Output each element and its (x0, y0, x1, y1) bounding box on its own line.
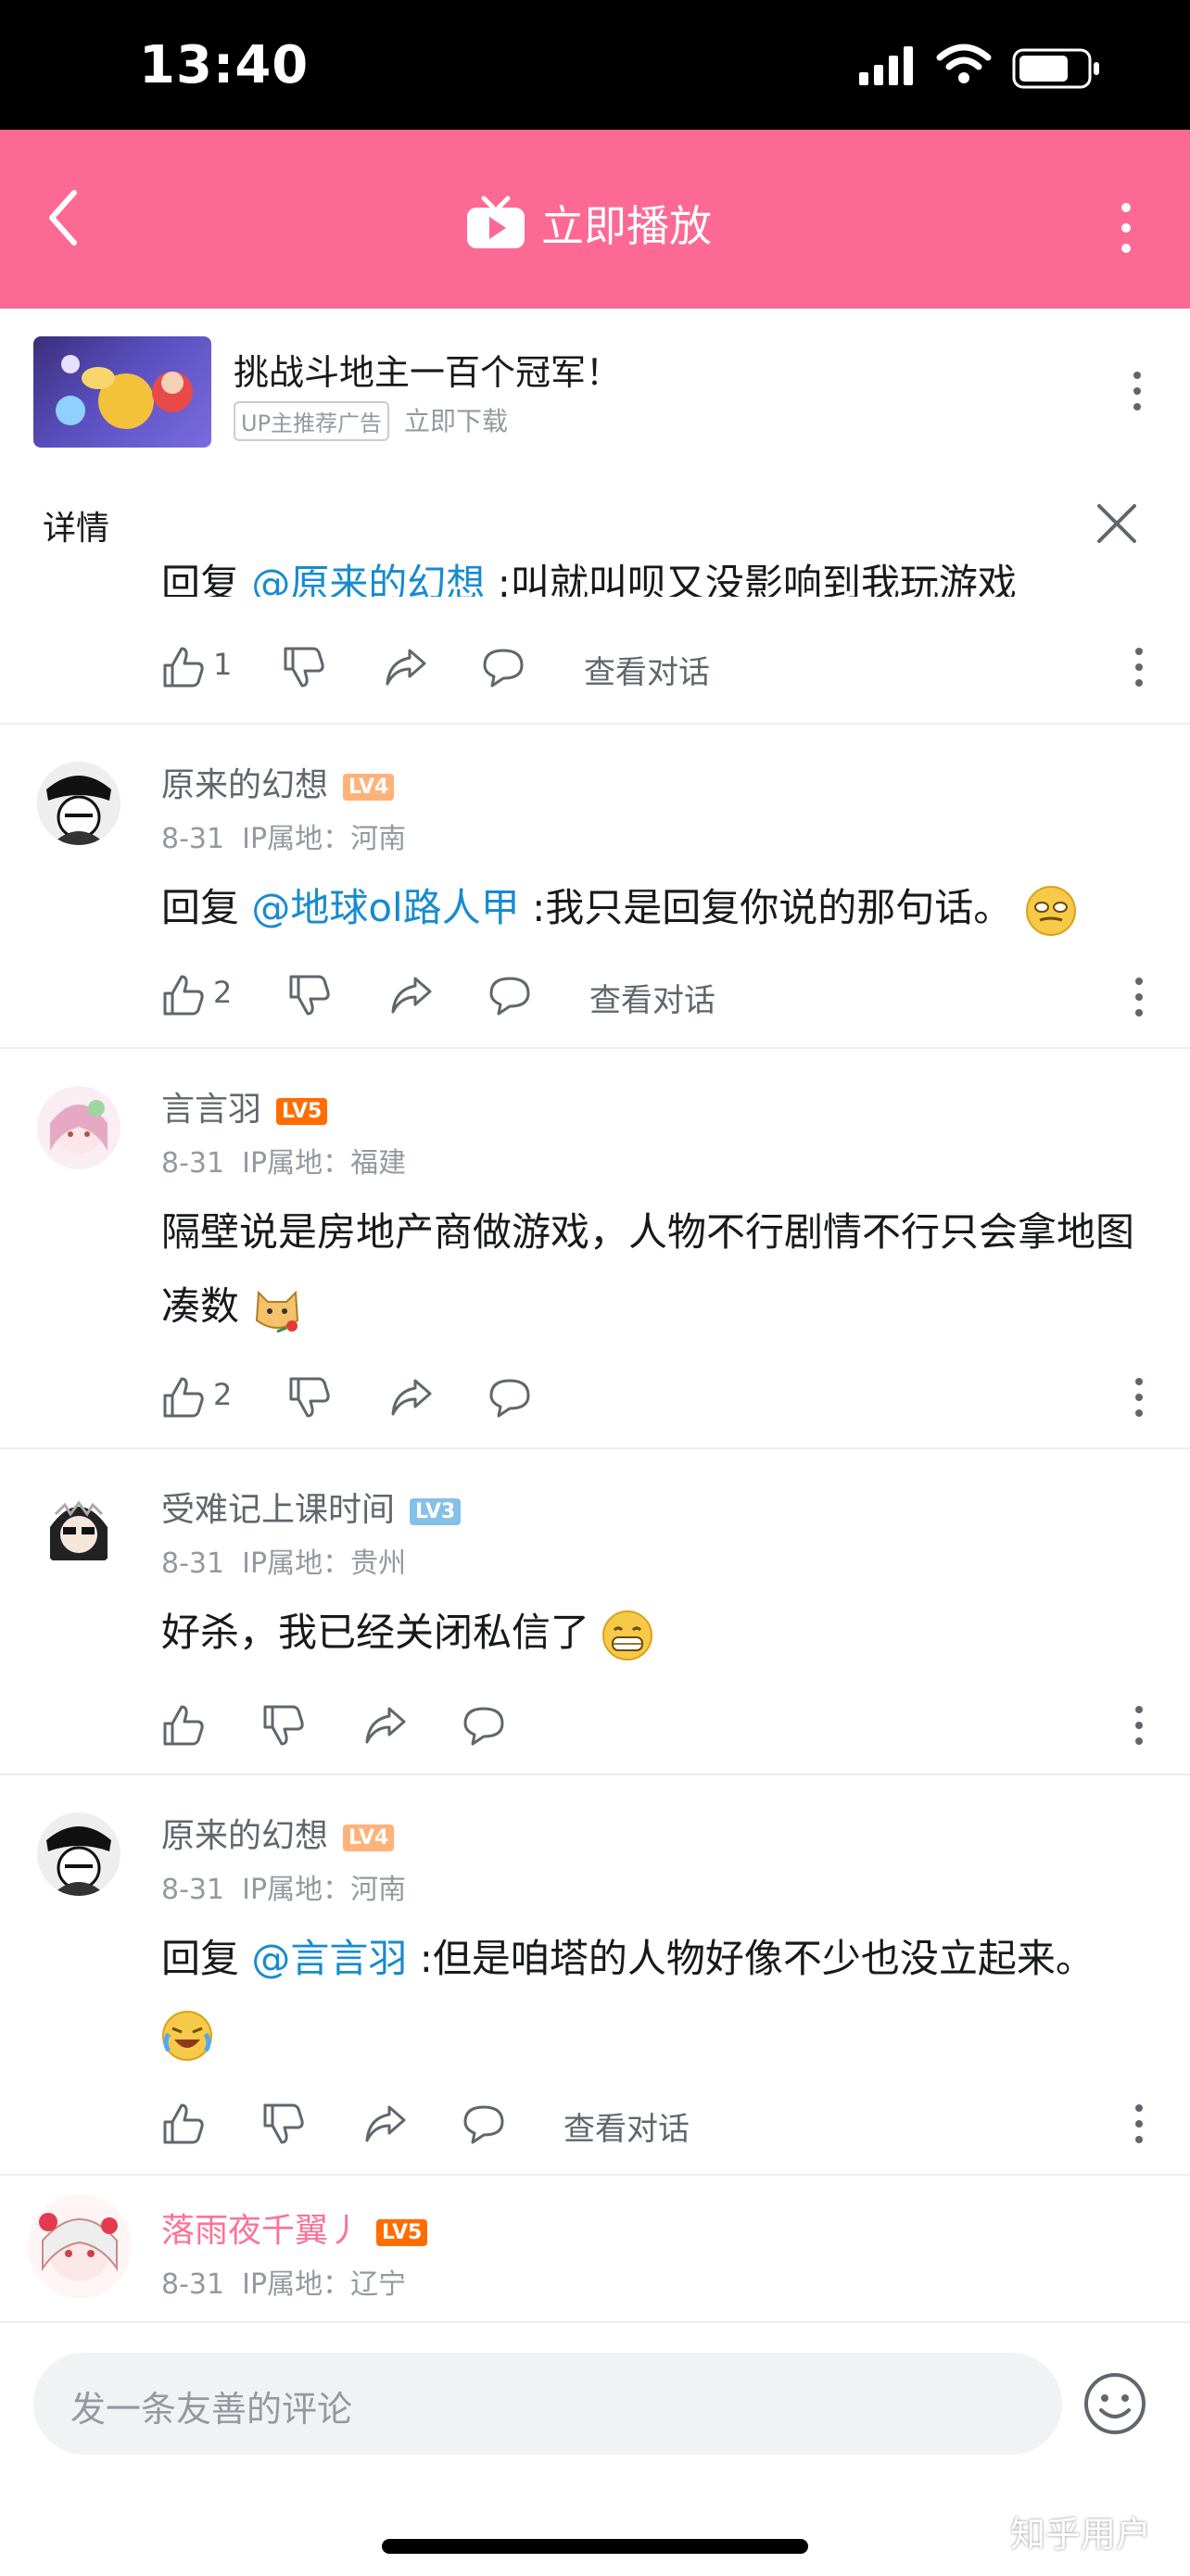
comment-actions: 1 查看对话 (161, 639, 1181, 695)
status-time: 13:40 (139, 35, 310, 95)
share-arrow-icon (386, 649, 426, 686)
thumbs-down-icon (284, 647, 324, 688)
tv-icon (467, 196, 525, 248)
more-vertical-icon[interactable] (1112, 200, 1140, 256)
thumbs-down-icon (289, 1377, 330, 1418)
thumbs-down-icon (263, 1705, 304, 1746)
ad-thumbnail[interactable] (33, 336, 211, 448)
detail-header: 详情 (0, 474, 1190, 557)
comment-more-icon[interactable] (1134, 2103, 1144, 2144)
comment-item: 落雨夜千翼丿 LV5 8-31 IP属地：辽宁 (0, 2174, 1190, 2323)
avatar[interactable] (28, 2194, 132, 2298)
thumbs-up-icon (163, 1377, 204, 1418)
close-icon[interactable] (1095, 502, 1138, 545)
level-badge: LV3 (410, 1497, 462, 1525)
speech-bubble-icon (483, 649, 524, 688)
share-arrow-icon (391, 977, 432, 1014)
comment-meta: 8-31 IP属地：福建 (161, 1147, 407, 1180)
comment-more-icon[interactable] (1134, 977, 1144, 1017)
thumbs-up-icon (163, 2103, 204, 2144)
watermark: 知乎用户 (1010, 2514, 1152, 2555)
view-conversation-link[interactable]: 查看对话 (563, 2103, 690, 2159)
comment-more-icon[interactable] (1134, 647, 1144, 688)
thumbs-up-icon (163, 975, 204, 1016)
comment-username[interactable]: 落雨夜千翼丿 LV5 (161, 2203, 428, 2252)
thumbs-up-icon (163, 1705, 204, 1746)
back-arrow-icon[interactable] (44, 187, 82, 248)
doge-rose-emoji (256, 1290, 299, 1332)
emoji-picker-icon[interactable] (1082, 2371, 1147, 2436)
share-arrow-icon (365, 2105, 406, 2142)
speech-bubble-icon (489, 977, 530, 1016)
comment-meta: 8-31 IP属地：辽宁 (161, 2268, 407, 2301)
detail-label: 详情 (43, 510, 110, 548)
ad-download-link[interactable]: 立即下载 (404, 401, 508, 438)
comment-actions (161, 1698, 1181, 1753)
view-conversation-link[interactable]: 查看对话 (589, 975, 715, 1030)
battery-icon (1012, 48, 1099, 89)
level-badge: LV4 (343, 773, 395, 801)
level-badge: LV4 (343, 1824, 395, 1851)
comment-actions: 2 查看对话 (161, 967, 1181, 1023)
comment-text: 隔壁说是房地产商做游戏，人物不行剧情不行只会拿地图凑数 (161, 1195, 1144, 1344)
avatar[interactable] (37, 1486, 120, 1570)
speech-bubble-icon (463, 1707, 504, 1746)
wifi-icon (936, 44, 992, 83)
comment-username[interactable]: 言言羽 LV5 (161, 1082, 328, 1130)
comment-username[interactable]: 受难记上课时间 LV3 (161, 1483, 462, 1531)
avatar[interactable] (37, 1812, 120, 1896)
share-arrow-icon (391, 1379, 432, 1416)
avatar[interactable] (37, 1086, 120, 1169)
speech-bubble-icon (463, 2105, 504, 2144)
comment-text: 回复 @言言羽 :但是咱塔的人物好像不少也没立起来。 (161, 1922, 1107, 2070)
comment-actions: 2 (161, 1370, 1181, 1425)
comment-item: 原来的幻想 LV4 8-31 IP属地：河南 回复 @地球ol路人甲 :我只是回复… (0, 723, 1190, 1049)
comment-item: 言言羽 LV5 8-31 IP属地：福建 隔壁说是房地产商做游戏，人物不行剧情不行… (0, 1047, 1190, 1449)
avatar[interactable] (37, 762, 120, 845)
doge-smirk-emoji (1025, 885, 1076, 936)
comment-more-icon[interactable] (1134, 1705, 1144, 1746)
comment-text: 好杀，我已经关闭私信了 (161, 1596, 1144, 1670)
speech-bubble-icon (489, 1379, 530, 1418)
ad-title[interactable]: 挑战斗地主一百个冠军！ (234, 344, 621, 395)
top-nav-bar: 立即播放 (0, 130, 1190, 309)
partial-comment-text: 回复 @原来的幻想 :叫就叫呗又没影响到我玩游戏 (161, 552, 1017, 597)
ad-more-icon[interactable] (1133, 371, 1142, 411)
comment-meta: 8-31 IP属地：河南 (161, 823, 407, 855)
view-conversation-link[interactable]: 查看对话 (584, 647, 710, 702)
comment-input-placeholder: 发一条友善的评论 (70, 2389, 353, 2430)
comment-item: 原来的幻想 LV4 8-31 IP属地：河南 回复 @言言羽 :但是咱塔的人物好像… (0, 1774, 1190, 2176)
comment-item: 受难记上课时间 LV3 8-31 IP属地：贵州 好杀，我已经关闭私信了 (0, 1447, 1190, 1775)
cellular-signal-icon (859, 46, 913, 85)
thumbs-up-icon (163, 647, 204, 688)
status-bar: 13:40 (0, 0, 1190, 130)
comment-username[interactable]: 原来的幻想 LV4 (161, 1809, 395, 1857)
comment-meta: 8-31 IP属地：贵州 (161, 1547, 407, 1580)
play-now-title[interactable]: 立即播放 (541, 193, 712, 254)
comment-actions: 查看对话 (161, 2096, 1181, 2152)
mention-link[interactable]: @地球ol路人甲 (251, 885, 519, 930)
ad-banner[interactable]: 挑战斗地主一百个冠军！ UP主推荐广告 立即下载 (0, 309, 1190, 475)
thumbs-down-icon (263, 2103, 304, 2144)
comment-input[interactable]: 发一条友善的评论 (33, 2353, 1062, 2455)
level-badge: LV5 (376, 2218, 428, 2246)
share-arrow-icon (365, 1707, 406, 1744)
thumbs-down-icon (289, 975, 330, 1016)
comment-text: 回复 @地球ol路人甲 :我只是回复你说的那句话。 (161, 871, 1144, 945)
comment-meta: 8-31 IP属地：河南 (161, 1874, 407, 1906)
ad-tag-badge: UP主推荐广告 (234, 401, 390, 441)
comment-username[interactable]: 原来的幻想 LV4 (161, 758, 395, 806)
laughing-crying-emoji (162, 2010, 212, 2061)
comment-more-icon[interactable] (1134, 1377, 1144, 1418)
mention-link[interactable]: @言言羽 (251, 1936, 407, 1981)
level-badge: LV5 (276, 1097, 328, 1125)
home-indicator[interactable] (382, 2539, 808, 2554)
game-art-image (56, 355, 193, 429)
grinning-emoji (602, 1610, 653, 1661)
mention-link[interactable]: @原来的幻想 (251, 561, 485, 597)
